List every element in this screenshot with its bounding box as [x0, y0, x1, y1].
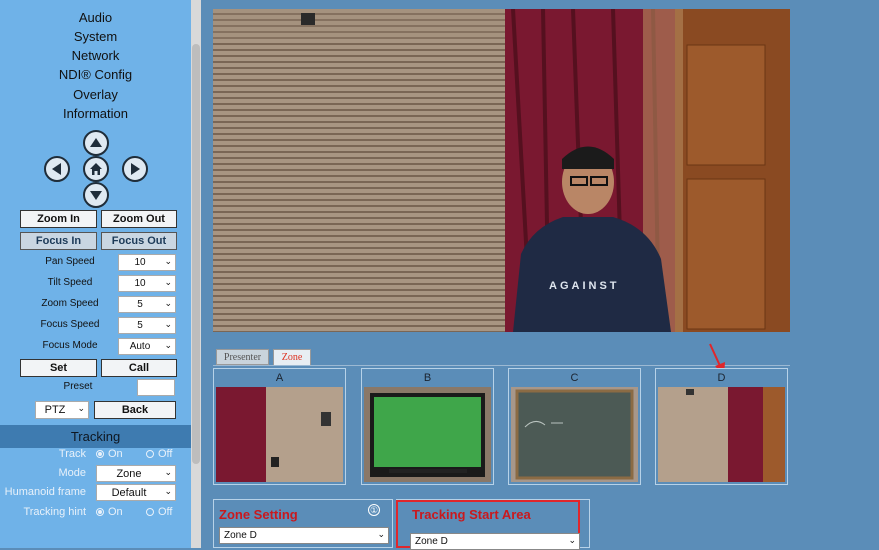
- chevron-down-icon: ⌄: [568, 535, 576, 545]
- home-icon: [90, 163, 102, 175]
- menu-item-audio[interactable]: Audio: [0, 10, 191, 25]
- zone-a-thumbnail[interactable]: A: [213, 368, 346, 485]
- live-video-feed[interactable]: AGAINST: [213, 9, 790, 332]
- chevron-down-icon: ⌄: [164, 298, 172, 308]
- tilt-speed-select[interactable]: 10 ⌄: [118, 275, 176, 292]
- radio-unchecked-icon: [146, 508, 154, 516]
- info-icon[interactable]: ①: [368, 504, 380, 516]
- sidebar: Audio System Network NDI® Config Overlay…: [0, 0, 191, 548]
- ptz-select[interactable]: PTZ ⌄: [35, 401, 89, 419]
- radio-unchecked-icon: [146, 450, 154, 458]
- zoom-speed-select[interactable]: 5 ⌄: [118, 296, 176, 313]
- menu-item-overlay[interactable]: Overlay: [0, 87, 191, 102]
- tracking-start-title: Tracking Start Area: [412, 507, 531, 522]
- chevron-down-icon: ⌄: [164, 467, 172, 477]
- zone-b-label: B: [423, 372, 432, 384]
- menu-item-ndi-config[interactable]: NDI® Config: [0, 67, 191, 82]
- zone-d-thumbnail[interactable]: D: [655, 368, 788, 485]
- shirt-text: AGAINST: [549, 280, 620, 292]
- zone-b-preview: [364, 387, 491, 482]
- chevron-down-icon: ⌄: [164, 256, 172, 266]
- tracking-hint-label: Tracking hint: [23, 506, 86, 518]
- pan-down-button[interactable]: [83, 182, 109, 208]
- chevron-down-icon: ⌄: [77, 403, 85, 413]
- zone-d-preview: [658, 387, 785, 482]
- arrow-left-icon: [52, 163, 61, 175]
- menu-item-information[interactable]: Information: [0, 106, 191, 121]
- zone-setting-title: Zone Setting: [219, 507, 298, 522]
- preset-set-button[interactable]: Set: [20, 359, 97, 377]
- home-button[interactable]: [83, 156, 109, 182]
- zone-d-label: D: [717, 372, 726, 384]
- video-frame: AGAINST: [213, 9, 790, 332]
- scrollbar-thumb[interactable]: [192, 44, 200, 464]
- pan-speed-select[interactable]: 10 ⌄: [118, 254, 176, 271]
- focus-mode-label: Focus Mode: [42, 340, 98, 351]
- zone-a-label: A: [275, 372, 284, 384]
- preset-label: Preset: [63, 381, 93, 392]
- arrow-down-icon: [90, 191, 102, 200]
- focus-speed-select[interactable]: 5 ⌄: [118, 317, 176, 334]
- preset-input[interactable]: [137, 379, 175, 396]
- chevron-down-icon: ⌄: [164, 340, 172, 350]
- zoom-out-button[interactable]: Zoom Out: [101, 210, 177, 228]
- menu-item-system[interactable]: System: [0, 29, 191, 44]
- zone-c-thumbnail[interactable]: C: [508, 368, 641, 485]
- radio-checked-icon: [96, 508, 104, 516]
- mode-label: Mode: [58, 467, 86, 479]
- chevron-down-icon: ⌄: [377, 529, 385, 539]
- tilt-speed-label: Tilt Speed: [47, 277, 93, 288]
- focus-out-button[interactable]: Focus Out: [101, 232, 177, 250]
- zoom-in-button[interactable]: Zoom In: [20, 210, 97, 228]
- pan-speed-label: Pan Speed: [45, 256, 95, 267]
- tab-presenter[interactable]: Presenter: [216, 349, 269, 365]
- back-button[interactable]: Back: [94, 401, 176, 419]
- hint-off-radio[interactable]: Off: [146, 506, 172, 518]
- pan-up-button[interactable]: [83, 130, 109, 156]
- pan-left-button[interactable]: [44, 156, 70, 182]
- zoom-speed-label: Zoom Speed: [41, 298, 99, 309]
- arrow-right-icon: [131, 163, 140, 175]
- track-off-radio[interactable]: Off: [146, 448, 172, 460]
- zone-setting-select[interactable]: Zone D ⌄: [219, 527, 389, 544]
- tab-divider: [213, 365, 790, 366]
- humanoid-frame-label: Humanoid frame: [4, 486, 86, 498]
- humanoid-frame-select[interactable]: Default ⌄: [96, 484, 176, 501]
- track-label: Track: [58, 448, 86, 460]
- preset-call-button[interactable]: Call: [101, 359, 177, 377]
- tracking-start-select[interactable]: Zone D ⌄: [410, 533, 580, 550]
- focus-speed-label: Focus Speed: [40, 319, 100, 330]
- track-on-radio[interactable]: On: [96, 448, 123, 460]
- arrow-up-icon: [90, 138, 102, 147]
- sidebar-scrollbar[interactable]: [191, 0, 201, 548]
- zone-a-preview: [216, 387, 343, 482]
- chevron-down-icon: ⌄: [164, 277, 172, 287]
- chevron-down-icon: ⌄: [164, 486, 172, 496]
- pan-right-button[interactable]: [122, 156, 148, 182]
- focus-mode-select[interactable]: Auto ⌄: [118, 338, 176, 355]
- hint-on-radio[interactable]: On: [96, 506, 123, 518]
- focus-in-button[interactable]: Focus In: [20, 232, 97, 250]
- radio-checked-icon: [96, 450, 104, 458]
- mode-select[interactable]: Zone ⌄: [96, 465, 176, 482]
- tracking-header: Tracking: [0, 425, 191, 448]
- tab-zone[interactable]: Zone: [273, 349, 311, 366]
- chevron-down-icon: ⌄: [164, 319, 172, 329]
- zone-b-thumbnail[interactable]: B: [361, 368, 494, 485]
- zone-c-label: C: [570, 372, 579, 384]
- menu-item-network[interactable]: Network: [0, 48, 191, 63]
- zone-c-preview: [511, 387, 638, 482]
